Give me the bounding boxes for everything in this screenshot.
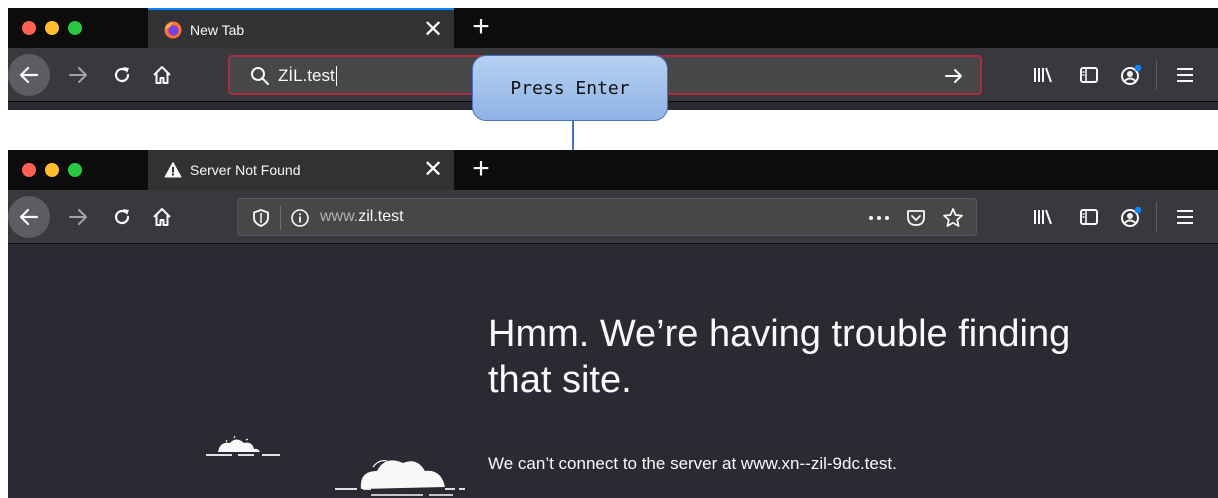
home-button[interactable] (146, 201, 178, 233)
library-button[interactable] (1032, 206, 1054, 228)
tracking-shield-icon[interactable] (252, 208, 270, 228)
address-url[interactable]: www.zil.test (320, 208, 404, 226)
arrow-left-icon (19, 208, 39, 226)
press-enter-callout: Press Enter (472, 55, 668, 121)
tab-bar: Server Not Found ✕ + (8, 150, 1218, 190)
reload-icon (114, 67, 130, 83)
menu-button[interactable] (1174, 206, 1196, 228)
menu-icon (1177, 210, 1193, 224)
tab-server-not-found[interactable]: Server Not Found ✕ (148, 150, 454, 190)
home-button[interactable] (146, 59, 178, 91)
sidebar-icon (1080, 67, 1098, 83)
cloud-illustration-icon (206, 435, 280, 456)
minimize-window-button[interactable] (45, 163, 59, 177)
zoom-window-button[interactable] (68, 163, 82, 177)
back-button[interactable] (8, 54, 50, 96)
more-icon[interactable] (868, 212, 890, 224)
arrow-right-icon (69, 67, 87, 83)
menu-button[interactable] (1174, 64, 1196, 86)
reload-icon (114, 209, 130, 225)
urlbar-separator (280, 206, 281, 230)
close-window-button[interactable] (22, 21, 36, 35)
tab-bar: New Tab ✕ + (8, 8, 1218, 48)
account-icon (1121, 206, 1142, 227)
account-icon (1121, 64, 1142, 85)
library-button[interactable] (1032, 64, 1054, 86)
url-domain: zil.test (358, 208, 404, 225)
sidebar-icon (1080, 209, 1098, 225)
reload-button[interactable] (106, 59, 138, 91)
error-page: Hmm. We’re having trouble finding that s… (8, 245, 1218, 498)
forward-button[interactable] (62, 59, 94, 91)
address-bar[interactable]: www.zil.test (237, 198, 977, 236)
new-tab-button[interactable]: + (466, 154, 496, 185)
sidebar-button[interactable] (1078, 64, 1100, 86)
account-button[interactable] (1120, 206, 1142, 228)
callout-text: Press Enter (510, 77, 630, 99)
search-icon (251, 67, 269, 85)
toolbar-separator (1156, 60, 1157, 90)
firefox-logo-icon (164, 21, 182, 39)
tab-new-tab[interactable]: New Tab ✕ (148, 8, 454, 48)
url-prefix: www. (320, 208, 359, 225)
minimize-window-button[interactable] (45, 21, 59, 35)
forward-button[interactable] (62, 201, 94, 233)
error-description: We can’t connect to the server at www.xn… (488, 454, 897, 473)
home-icon (153, 208, 171, 226)
browser-window-server-not-found: Server Not Found ✕ + www.zil.test Hmm. W… (8, 150, 1218, 498)
arrow-left-icon (19, 66, 39, 84)
bookmark-star-icon[interactable] (942, 207, 964, 229)
close-window-button[interactable] (22, 163, 36, 177)
tab-label: Server Not Found (190, 162, 301, 178)
address-input-value[interactable]: ZİL.test (278, 66, 337, 86)
go-arrow-icon[interactable] (944, 66, 964, 86)
account-button[interactable] (1120, 64, 1142, 86)
home-icon (153, 66, 171, 84)
reload-button[interactable] (106, 201, 138, 233)
back-button[interactable] (8, 196, 50, 238)
navigation-toolbar: www.zil.test (8, 190, 1218, 244)
pocket-icon[interactable] (906, 208, 926, 228)
window-controls (22, 21, 82, 35)
sidebar-button[interactable] (1078, 206, 1100, 228)
warning-icon (164, 162, 182, 178)
library-icon (1034, 67, 1052, 83)
zoom-window-button[interactable] (68, 21, 82, 35)
arrow-right-icon (69, 209, 87, 225)
library-icon (1034, 209, 1052, 225)
info-icon[interactable] (290, 208, 310, 228)
window-controls (22, 163, 82, 177)
tab-label: New Tab (190, 22, 245, 38)
close-tab-icon[interactable]: ✕ (420, 157, 446, 183)
close-tab-icon[interactable]: ✕ (420, 17, 446, 43)
error-title: Hmm. We’re having trouble finding that s… (488, 313, 1071, 401)
new-tab-button[interactable]: + (466, 12, 496, 43)
toolbar-separator (1156, 202, 1157, 232)
menu-icon (1177, 68, 1193, 82)
cloud-illustration-icon (335, 460, 465, 496)
